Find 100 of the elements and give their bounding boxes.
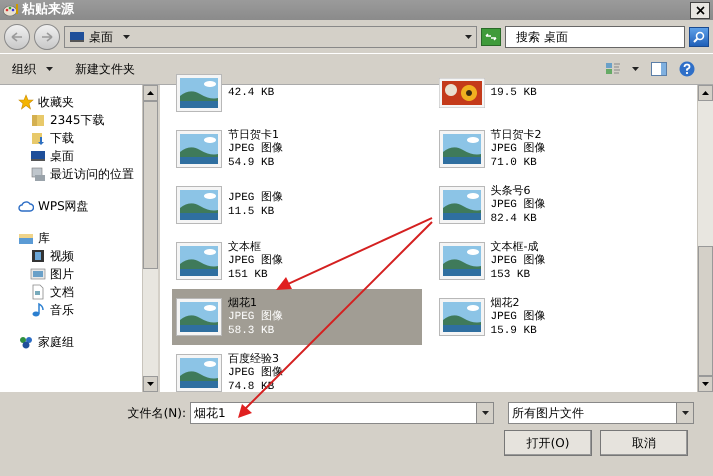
file-item[interactable]: 文本框 JPEG 图像 151 KB [172, 233, 422, 289]
file-size: 15.9 KB [490, 324, 538, 338]
file-type: JPEG 图像 [490, 310, 546, 324]
file-item[interactable]: 文本框-成 JPEG 图像 153 KB [434, 233, 684, 289]
caret-icon [482, 411, 488, 415]
navigation-item[interactable]: 视频 [0, 247, 142, 265]
file-size: 54.9 KB [228, 156, 276, 170]
filename-label: 文件名(N): [126, 405, 187, 422]
file-type: JPEG 图像 [490, 198, 546, 212]
view-options-button[interactable] [606, 63, 639, 75]
open-button[interactable]: 打开(O) [504, 430, 592, 456]
navigation-item[interactable]: 下载 [0, 129, 142, 147]
landscape-image-thumbnail [176, 298, 222, 336]
file-size: 19.5 KB [490, 86, 537, 100]
file-name: 百度经验3 [228, 352, 280, 366]
navigation-label: 2345下载 [50, 112, 105, 129]
navigation-label: 下载 [50, 130, 74, 147]
file-type: JPEG 图像 [490, 254, 546, 268]
palette-icon [3, 3, 19, 17]
address-text: 桌面 [89, 28, 113, 46]
search-icon [693, 30, 705, 42]
forward-button[interactable] [34, 24, 60, 50]
scroll-down-arrow-icon [702, 382, 709, 386]
navigation-item[interactable]: 2345下载 [0, 111, 142, 129]
landscape-image-thumbnail [438, 186, 484, 224]
file-item[interactable]: 头条号6 JPEG 图像 82.4 KB [434, 177, 684, 233]
window-title: 粘贴来源 [22, 1, 74, 20]
navigation-item[interactable]: 最近访问的位置 [0, 165, 142, 183]
file-type: JPEG 图像 [228, 142, 284, 156]
file-name: 烟花1 [228, 296, 258, 310]
star-icon [18, 94, 34, 110]
preview-pane-icon [651, 62, 667, 76]
caret-icon [682, 411, 688, 415]
file-item[interactable]: 节日贺卡1 JPEG 图像 54.9 KB [172, 121, 422, 177]
scrollbar[interactable] [697, 85, 713, 392]
caret-icon [632, 67, 639, 71]
navigation-item[interactable]: 桌面 [0, 147, 142, 165]
address-field[interactable]: 桌面 [64, 26, 477, 48]
music-icon [30, 302, 46, 318]
refresh-button[interactable] [481, 28, 501, 46]
file-item[interactable]: 烟花1 JPEG 图像 58.3 KB [172, 289, 422, 345]
scrollbar-thumb[interactable] [143, 101, 158, 269]
landscape-image-thumbnail [438, 130, 484, 168]
folder-icon [30, 112, 46, 128]
close-button[interactable] [690, 2, 710, 18]
file-item[interactable]: 烟花2 JPEG 图像 15.9 KB [434, 289, 684, 345]
landscape-image-thumbnail [176, 186, 222, 224]
navigation-item[interactable]: 文档 [0, 283, 142, 301]
navigation-label: 文档 [50, 284, 74, 301]
file-name: 文本框-成 [490, 240, 540, 254]
landscape-image-thumbnail [176, 242, 222, 280]
file-size: 153 KB [490, 268, 532, 282]
landscape-image-thumbnail [438, 298, 484, 336]
file-size: 11.5 KB [228, 205, 276, 219]
file-name: 烟花2 [490, 296, 520, 310]
file-item[interactable]: 节日贺卡2 JPEG 图像 71.0 KB [434, 121, 684, 177]
dropdown-caret-icon [465, 34, 472, 38]
file-type: JPEG 图像 [228, 310, 284, 324]
recent-icon [30, 166, 46, 182]
navigation-item[interactable]: 收藏夹 [0, 93, 142, 111]
desktop-icon [30, 148, 46, 164]
navigation-item[interactable]: 图片 [0, 265, 142, 283]
file-item[interactable]: JPEG 图像 11.5 KB [172, 177, 422, 233]
navigation-label: 收藏夹 [38, 94, 74, 111]
file-name: 节日贺卡1 [228, 128, 280, 142]
file-item[interactable]: 42.4 KB [172, 65, 422, 121]
file-type: JPEG 图像 [228, 191, 284, 205]
file-type: JPEG 图像 [490, 142, 546, 156]
scroll-down-arrow-icon [147, 382, 154, 386]
file-name: 头条号6 [490, 184, 532, 198]
navigation-label: 视频 [50, 248, 74, 265]
new-folder-button[interactable]: 新建文件夹 [75, 60, 135, 78]
navigation-label: WPS网盘 [38, 198, 89, 215]
close-icon [696, 6, 704, 14]
file-item[interactable]: 19.5 KB [434, 65, 684, 121]
preview-pane-button[interactable] [651, 62, 667, 76]
cancel-button[interactable]: 取消 [600, 430, 688, 456]
landscape-image-thumbnail [176, 130, 222, 168]
navigation-item[interactable]: 音乐 [0, 301, 142, 319]
organize-menu[interactable]: 组织 [12, 60, 53, 78]
refresh-arrows-icon [485, 32, 497, 42]
homegroup-icon [18, 334, 34, 350]
navigation-item[interactable]: 家庭组 [0, 333, 142, 351]
scroll-up-arrow-icon [702, 91, 709, 95]
help-icon[interactable] [679, 61, 695, 77]
search-button[interactable] [689, 26, 709, 46]
search-field[interactable]: 搜索 桌面 [505, 26, 685, 48]
file-name: 节日贺卡2 [490, 128, 542, 142]
file-name: 文本框 [228, 240, 262, 254]
scrollbar-thumb[interactable] [698, 246, 713, 376]
file-type: JPEG 图像 [228, 254, 284, 268]
scrollbar[interactable] [142, 85, 158, 392]
landscape-image-thumbnail [438, 242, 484, 280]
back-button[interactable] [4, 24, 30, 50]
filename-field[interactable]: 烟花1 [190, 402, 494, 424]
document-icon [30, 284, 46, 300]
file-type-dropdown[interactable]: 所有图片文件 [508, 402, 694, 424]
navigation-item[interactable]: 库 [0, 229, 142, 247]
navigation-item[interactable]: WPS网盘 [0, 197, 142, 215]
navigation-label: 最近访问的位置 [50, 166, 134, 183]
